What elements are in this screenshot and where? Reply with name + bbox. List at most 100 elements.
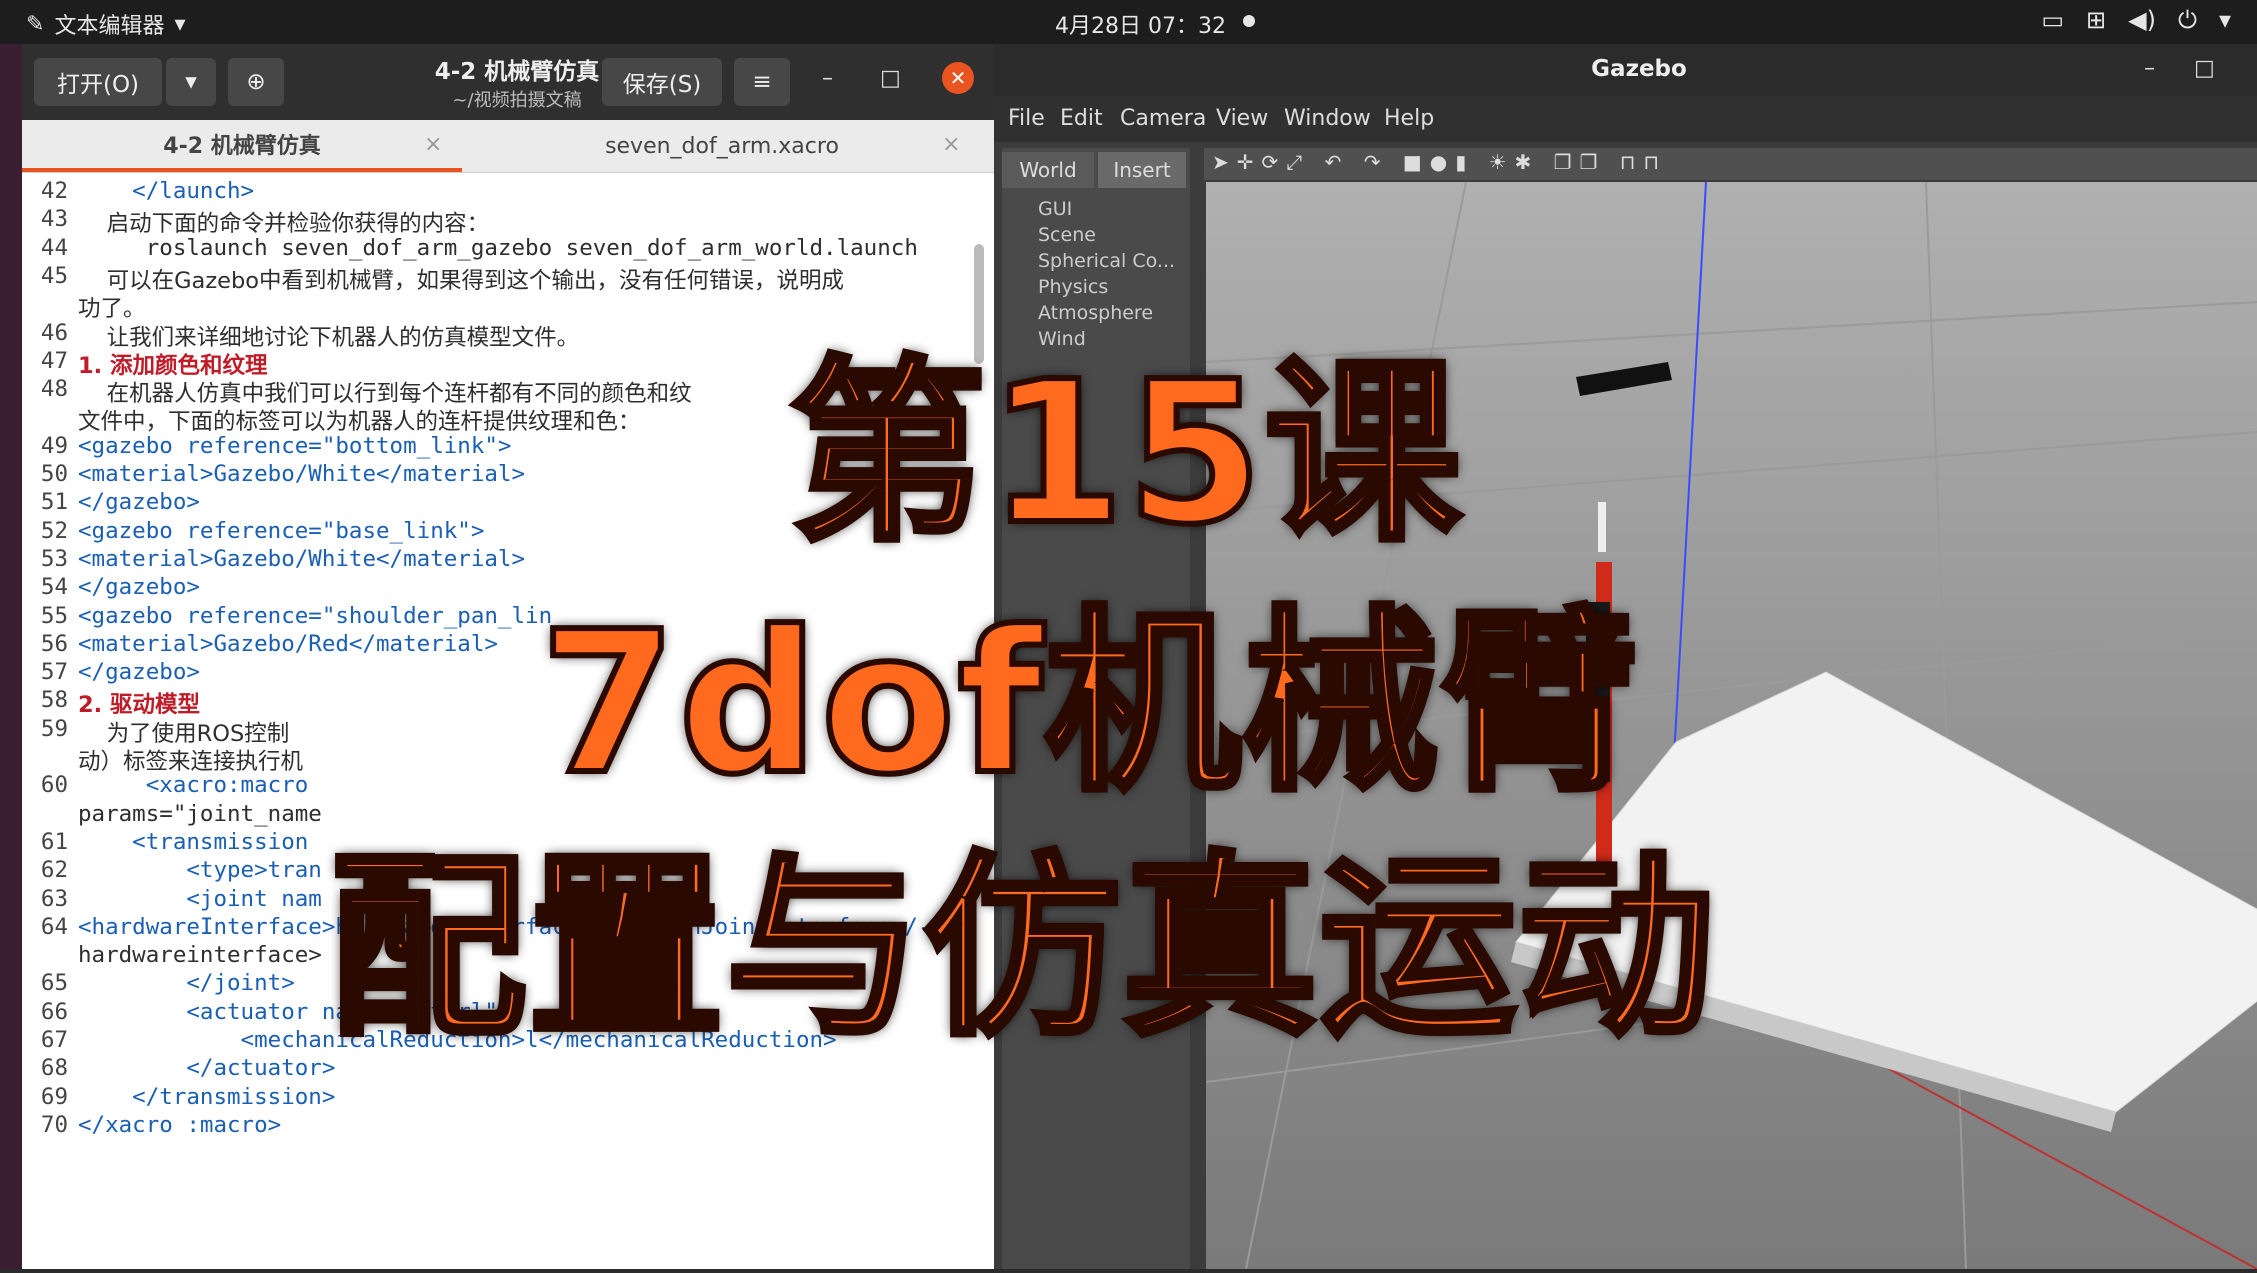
- code-line[interactable]: roslaunch seven_dof_arm_gazebo seven_dof…: [78, 235, 918, 261]
- code-line[interactable]: 让我们来详细地讨论下机器人的仿真模型文件。: [78, 320, 580, 352]
- line-number: 49: [40, 432, 68, 459]
- code-line[interactable]: </transmission>: [78, 1084, 335, 1110]
- code-line[interactable]: </actuator>: [78, 1055, 335, 1081]
- line-number: 56: [40, 630, 68, 657]
- text-editor-icon: ✎: [26, 11, 45, 37]
- menu-icon: ≡: [752, 69, 772, 95]
- minimize-button[interactable]: –: [2144, 56, 2155, 81]
- keyboard-icon[interactable]: ▭: [2041, 6, 2064, 34]
- menu-camera[interactable]: Camera: [1120, 106, 1206, 131]
- maximize-button[interactable]: □: [2194, 56, 2215, 81]
- network-icon[interactable]: ⊞: [2086, 6, 2106, 34]
- tab-close-icon[interactable]: ×: [942, 132, 960, 157]
- new-tab-button[interactable]: ⊕: [228, 58, 284, 106]
- system-top-bar: ✎ 文本编辑器 ▾ 4月28日 07：32 ▭ ⊞ ◀) ⏻ ▾: [0, 0, 2257, 44]
- line-number: 57: [40, 659, 68, 686]
- line-number: 55: [40, 602, 68, 629]
- code-line[interactable]: hardwareinterface>: [78, 942, 322, 968]
- code-line[interactable]: <type>tran: [78, 857, 321, 883]
- line-number: 58: [40, 687, 68, 714]
- code-line[interactable]: params="joint_name: [78, 801, 322, 827]
- code-line[interactable]: <gazebo reference="bottom_link">: [78, 433, 511, 459]
- line-number: 53: [40, 545, 68, 572]
- menu-help[interactable]: Help: [1384, 106, 1434, 131]
- gazebo-toolbar: ➤✛⟳⤢ ↶ ↷ ■●▮ ☀✱ ❐❐ ⊓⊓: [1204, 148, 2257, 180]
- line-number: 42: [40, 178, 68, 204]
- notification-dot-icon: [1243, 15, 1255, 27]
- code-line[interactable]: 在机器人仿真中我们可以行到每个连杆都有不同的颜色和纹: [78, 376, 692, 408]
- code-line[interactable]: <gazebo reference="base_link">: [78, 518, 484, 544]
- line-number: 43: [40, 206, 68, 233]
- chevron-down-icon[interactable]: ▾: [2219, 6, 2231, 34]
- tab-seven-dof-arm[interactable]: seven_dof_arm.xacro: [462, 120, 982, 172]
- code-line[interactable]: <joint nam: [78, 886, 321, 912]
- code-line[interactable]: 功了。: [78, 291, 146, 323]
- code-line[interactable]: </launch>: [78, 178, 254, 204]
- line-number: 44: [40, 234, 68, 261]
- tab-label: 4-2 机械臂仿真: [163, 134, 321, 159]
- minimize-button[interactable]: –: [822, 66, 833, 91]
- floating-link: [1576, 362, 1672, 396]
- line-number: 65: [40, 970, 68, 997]
- code-line[interactable]: 2. 驱动模型: [78, 687, 200, 719]
- code-line[interactable]: <xacro:macro: [78, 772, 309, 798]
- line-number: 70: [40, 1111, 68, 1138]
- line-number: 47: [40, 347, 68, 374]
- line-number: 63: [40, 885, 68, 912]
- world-item-scene[interactable]: Scene: [1038, 224, 1096, 246]
- code-line[interactable]: 启动下面的命令并检验你获得的内容：: [78, 206, 490, 238]
- new-document-icon: ⊕: [246, 69, 266, 95]
- maximize-button[interactable]: □: [880, 66, 901, 91]
- code-line[interactable]: 可以在Gazebo中看到机械臂，如果得到这个输出，没有任何错误，说明成: [78, 263, 844, 295]
- line-number: 60: [40, 772, 68, 799]
- tab-world[interactable]: World: [1002, 152, 1094, 188]
- code-line[interactable]: <material>Gazebo/Red</material>: [78, 631, 498, 657]
- code-line[interactable]: </joint>: [78, 970, 294, 996]
- menu-edit[interactable]: Edit: [1060, 106, 1103, 131]
- line-number: 61: [40, 828, 68, 855]
- code-line[interactable]: 1. 添加颜色和纹理: [78, 348, 268, 380]
- line-number: 64: [40, 913, 68, 940]
- line-number: 51: [40, 489, 68, 516]
- code-line[interactable]: </xacro :macro>: [78, 1112, 281, 1138]
- clock[interactable]: 4月28日 07：32: [1055, 8, 1226, 40]
- tab-insert[interactable]: Insert: [1098, 152, 1186, 188]
- line-number: 45: [40, 262, 68, 289]
- system-tray[interactable]: ▭ ⊞ ◀) ⏻ ▾: [2041, 6, 2231, 34]
- app-name: 文本编辑器: [54, 14, 165, 39]
- code-line[interactable]: <transmission: [78, 829, 308, 855]
- code-line[interactable]: </gazebo>: [78, 489, 200, 515]
- line-number: 50: [40, 461, 68, 487]
- world-item-gui[interactable]: GUI: [1038, 198, 1072, 220]
- menu-window[interactable]: Window: [1284, 106, 1371, 131]
- code-line[interactable]: <material>Gazebo/White</material>: [78, 546, 525, 572]
- tab-label: seven_dof_arm.xacro: [605, 133, 839, 159]
- hamburger-menu-button[interactable]: ≡: [734, 58, 790, 106]
- tab-close-icon[interactable]: ×: [424, 132, 442, 157]
- code-line[interactable]: 动）标签来连接执行机: [78, 744, 303, 776]
- chevron-down-icon: ▾: [174, 11, 186, 37]
- code-line[interactable]: 文件中，下面的标签可以为机器人的连杆提供纹理和色：: [78, 404, 641, 436]
- toolbar-icons[interactable]: ➤✛⟳⤢ ↶ ↷ ■●▮ ☀✱ ❐❐ ⊓⊓: [1212, 150, 1667, 174]
- tab-4-2[interactable]: 4-2 机械臂仿真: [22, 120, 462, 172]
- line-number: 54: [40, 574, 68, 601]
- line-number: 68: [40, 1055, 68, 1082]
- volume-icon[interactable]: ◀): [2128, 6, 2156, 34]
- menu-view[interactable]: View: [1216, 106, 1268, 131]
- code-line[interactable]: </gazebo>: [78, 659, 200, 685]
- code-line[interactable]: 为了使用ROS控制: [78, 716, 290, 748]
- code-line[interactable]: </gazebo>: [78, 574, 200, 600]
- app-menu[interactable]: ✎ 文本编辑器 ▾: [26, 8, 186, 40]
- code-line[interactable]: <gazebo reference="shoulder_pan_lin: [78, 603, 552, 629]
- close-button[interactable]: ✕: [942, 62, 974, 94]
- save-button[interactable]: 保存(S): [602, 58, 722, 106]
- code-line[interactable]: <material>Gazebo/White</material>: [78, 461, 525, 487]
- open-dropdown-button[interactable]: ▾: [166, 58, 216, 106]
- power-icon[interactable]: ⏻: [2178, 6, 2197, 34]
- menu-file[interactable]: File: [1008, 106, 1045, 131]
- world-item-spherical[interactable]: Spherical Co...: [1038, 250, 1175, 272]
- overlay-title-line2: 7dof机械臂: [537, 587, 1640, 821]
- line-number: 59: [40, 715, 68, 742]
- open-button[interactable]: 打开(O): [34, 58, 162, 106]
- gazebo-menu-bar: File Edit Camera View Window Help: [994, 96, 2257, 142]
